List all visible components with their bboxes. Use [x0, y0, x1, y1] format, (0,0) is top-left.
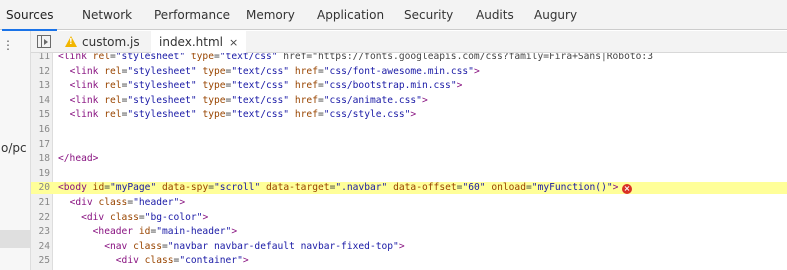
error-icon[interactable]: ×: [622, 184, 632, 195]
line-number[interactable]: 19: [31, 168, 52, 180]
code-text: <div class="header">: [69, 197, 186, 208]
code-text: <div class="container">: [115, 255, 249, 267]
line-number[interactable]: 11: [31, 53, 52, 63]
line-number[interactable]: 24: [31, 241, 52, 253]
code-line[interactable]: 21 <div class="header">: [31, 197, 787, 209]
code-line[interactable]: 16: [31, 124, 787, 136]
code-line[interactable]: 12 <link rel="stylesheet" type="text/css…: [31, 66, 787, 78]
code-line[interactable]: 15 <link rel="stylesheet" type="text/css…: [31, 109, 787, 121]
code-text: <link rel="stylesheet" type="text/css" h…: [69, 65, 480, 77]
code-text: <body id="myPage" data-spy="scroll" data…: [58, 182, 619, 194]
code-editor[interactable]: 11 <link rel="stylesheet" type="text/css"…: [31, 53, 787, 270]
code-text: <nav class="navbar navbar-default navbar…: [104, 240, 405, 252]
code-text: </head>: [58, 153, 99, 165]
file-tab-custom-js[interactable]: custom.js: [61, 31, 144, 53]
code-text: <div class="bg-color">: [81, 211, 209, 223]
more-options-icon[interactable]: ⋮: [2, 39, 14, 51]
code-line[interactable]: 25 <div class="container">: [31, 255, 787, 267]
line-number[interactable]: 16: [31, 124, 52, 136]
line-number[interactable]: 18: [31, 153, 52, 165]
code-line[interactable]: 24 <nav class="navbar navbar-default nav…: [31, 241, 787, 253]
close-tab-icon[interactable]: ×: [229, 36, 238, 49]
code-line[interactable]: 23 <header id="main-header">: [31, 226, 787, 238]
tab-application[interactable]: Application: [317, 0, 384, 30]
code-text: <link rel="stylesheet" type="text/css" h…: [69, 94, 428, 106]
code-text: <link rel="stylesheet" type="text/css" h…: [58, 53, 653, 62]
devtools-panel-tabs: Sources Network Performance Memory Appli…: [0, 0, 787, 31]
code-text: <link rel="stylesheet" type="text/css" h…: [69, 80, 463, 92]
tab-audits[interactable]: Audits: [476, 0, 514, 30]
navigator-item-partial[interactable]: o/pc: [1, 141, 27, 155]
line-number[interactable]: 13: [31, 80, 52, 92]
code-line[interactable]: 13 <link rel="stylesheet" type="text/css…: [31, 80, 787, 92]
warning-icon: [65, 36, 77, 47]
line-number[interactable]: 22: [31, 212, 52, 224]
open-files-tabs: custom.js index.html ×: [31, 31, 787, 53]
line-number[interactable]: 15: [31, 109, 52, 121]
tab-sources[interactable]: Sources: [1, 0, 58, 31]
line-number[interactable]: 25: [31, 255, 52, 267]
line-number[interactable]: 20: [31, 182, 52, 194]
line-number[interactable]: 21: [31, 197, 52, 209]
file-tab-index-html[interactable]: index.html ×: [151, 31, 247, 53]
code-line[interactable]: 18 </head>: [31, 153, 787, 165]
code-line[interactable]: 17: [31, 139, 787, 151]
tab-augury[interactable]: Augury: [534, 0, 577, 30]
code-line-highlighted[interactable]: 20 <body id="myPage" data-spy="scroll" da…: [31, 182, 787, 195]
toggle-navigator-icon[interactable]: [37, 35, 51, 48]
navigator-selected-row[interactable]: [0, 230, 30, 248]
code-text: <header id="main-header">: [92, 226, 238, 238]
code-line[interactable]: 22 <div class="bg-color">: [31, 212, 787, 224]
tab-network[interactable]: Network: [82, 0, 132, 30]
line-number[interactable]: 23: [31, 226, 52, 238]
tab-performance[interactable]: Performance: [154, 0, 230, 30]
line-number[interactable]: 14: [31, 95, 52, 107]
line-number[interactable]: 17: [31, 139, 52, 151]
tab-security[interactable]: Security: [404, 0, 453, 30]
tab-memory[interactable]: Memory: [246, 0, 295, 30]
code-line[interactable]: 14 <link rel="stylesheet" type="text/css…: [31, 95, 787, 107]
file-tab-label: index.html: [159, 35, 223, 49]
code-line[interactable]: 19: [31, 168, 787, 180]
code-line[interactable]: 11 <link rel="stylesheet" type="text/css"…: [31, 53, 787, 63]
line-number[interactable]: 12: [31, 66, 52, 78]
file-navigator-panel: ⋮ o/pc: [0, 31, 31, 270]
code-text: <link rel="stylesheet" type="text/css" h…: [69, 109, 417, 121]
file-tab-label: custom.js: [82, 35, 140, 49]
